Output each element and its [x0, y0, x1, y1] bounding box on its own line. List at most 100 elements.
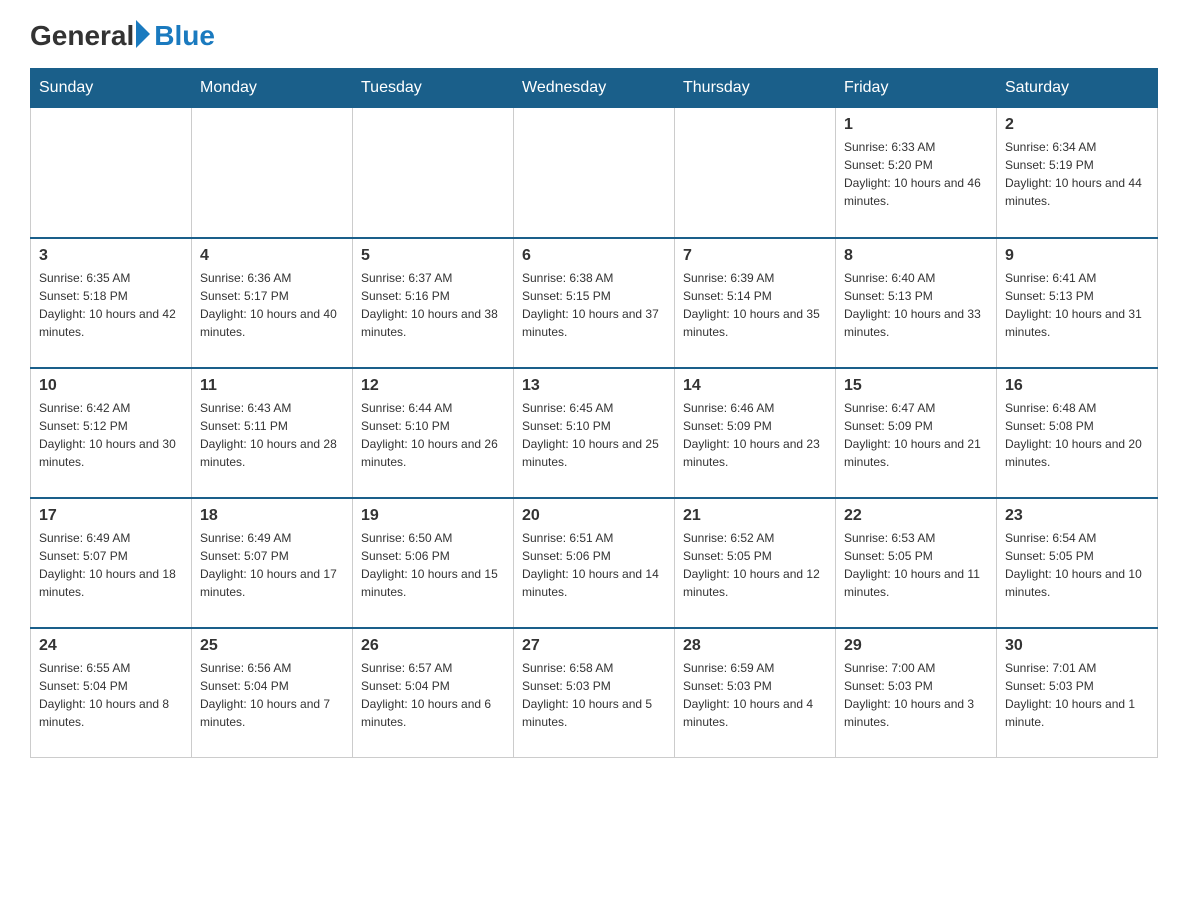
day-info: Sunrise: 6:36 AMSunset: 5:17 PMDaylight:… — [200, 269, 344, 341]
day-number: 26 — [361, 637, 505, 655]
day-info: Sunrise: 6:33 AMSunset: 5:20 PMDaylight:… — [844, 138, 988, 210]
weekday-header-sunday: Sunday — [31, 69, 192, 108]
day-number: 30 — [1005, 637, 1149, 655]
day-info: Sunrise: 6:38 AMSunset: 5:15 PMDaylight:… — [522, 269, 666, 341]
calendar-cell: 9 Sunrise: 6:41 AMSunset: 5:13 PMDaylight… — [997, 238, 1158, 368]
day-number: 9 — [1005, 247, 1149, 265]
day-number: 24 — [39, 637, 183, 655]
calendar-cell — [353, 108, 514, 238]
calendar-week-row: 17 Sunrise: 6:49 AMSunset: 5:07 PMDayligh… — [31, 498, 1158, 628]
calendar-cell: 30Sunrise: 7:01 AMSunset: 5:03 PMDayligh… — [997, 628, 1158, 758]
day-info: Sunrise: 6:41 AMSunset: 5:13 PMDaylight:… — [1005, 269, 1149, 341]
day-info: Sunrise: 6:55 AMSunset: 5:04 PMDaylight:… — [39, 659, 183, 731]
day-number: 10 — [39, 377, 183, 395]
day-number: 3 — [39, 247, 183, 265]
logo: General Blue — [30, 20, 215, 52]
weekday-header-friday: Friday — [836, 69, 997, 108]
header: General Blue — [30, 20, 1158, 52]
calendar-week-row: 3 Sunrise: 6:35 AMSunset: 5:18 PMDaylight… — [31, 238, 1158, 368]
calendar-week-row: 24 Sunrise: 6:55 AMSunset: 5:04 PMDayligh… — [31, 628, 1158, 758]
day-info: Sunrise: 6:50 AMSunset: 5:06 PMDaylight:… — [361, 529, 505, 601]
calendar-cell: 27 Sunrise: 6:58 AMSunset: 5:03 PMDayligh… — [514, 628, 675, 758]
calendar-cell — [514, 108, 675, 238]
day-info: Sunrise: 6:49 AMSunset: 5:07 PMDaylight:… — [39, 529, 183, 601]
day-number: 18 — [200, 507, 344, 525]
day-number: 28 — [683, 637, 827, 655]
day-info: Sunrise: 6:45 AMSunset: 5:10 PMDaylight:… — [522, 399, 666, 471]
calendar-week-row: 10Sunrise: 6:42 AMSunset: 5:12 PMDayligh… — [31, 368, 1158, 498]
calendar-cell: 12 Sunrise: 6:44 AMSunset: 5:10 PMDayligh… — [353, 368, 514, 498]
day-number: 6 — [522, 247, 666, 265]
day-info: Sunrise: 6:53 AMSunset: 5:05 PMDaylight:… — [844, 529, 988, 601]
day-number: 1 — [844, 116, 988, 134]
day-info: Sunrise: 6:35 AMSunset: 5:18 PMDaylight:… — [39, 269, 183, 341]
day-info: Sunrise: 6:49 AMSunset: 5:07 PMDaylight:… — [200, 529, 344, 601]
calendar-cell — [192, 108, 353, 238]
day-info: Sunrise: 6:59 AMSunset: 5:03 PMDaylight:… — [683, 659, 827, 731]
logo-blue: Blue — [154, 20, 215, 52]
calendar-body: 1 Sunrise: 6:33 AMSunset: 5:20 PMDaylight… — [31, 108, 1158, 758]
calendar-cell: 8 Sunrise: 6:40 AMSunset: 5:13 PMDaylight… — [836, 238, 997, 368]
calendar-cell: 29 Sunrise: 7:00 AMSunset: 5:03 PMDayligh… — [836, 628, 997, 758]
day-number: 17 — [39, 507, 183, 525]
day-number: 14 — [683, 377, 827, 395]
weekday-header-monday: Monday — [192, 69, 353, 108]
calendar-cell: 4 Sunrise: 6:36 AMSunset: 5:17 PMDaylight… — [192, 238, 353, 368]
calendar-cell: 2 Sunrise: 6:34 AMSunset: 5:19 PMDaylight… — [997, 108, 1158, 238]
calendar-cell: 16 Sunrise: 6:48 AMSunset: 5:08 PMDayligh… — [997, 368, 1158, 498]
logo-triangle-icon — [136, 20, 150, 48]
day-number: 2 — [1005, 116, 1149, 134]
day-info: Sunrise: 6:43 AMSunset: 5:11 PMDaylight:… — [200, 399, 344, 471]
calendar-cell: 5Sunrise: 6:37 AMSunset: 5:16 PMDaylight… — [353, 238, 514, 368]
day-info: Sunrise: 6:40 AMSunset: 5:13 PMDaylight:… — [844, 269, 988, 341]
day-number: 19 — [361, 507, 505, 525]
day-info: Sunrise: 6:34 AMSunset: 5:19 PMDaylight:… — [1005, 138, 1149, 210]
calendar-cell — [675, 108, 836, 238]
logo-general: General — [30, 20, 134, 52]
calendar-cell: 7 Sunrise: 6:39 AMSunset: 5:14 PMDaylight… — [675, 238, 836, 368]
day-number: 4 — [200, 247, 344, 265]
calendar-cell: 22 Sunrise: 6:53 AMSunset: 5:05 PMDayligh… — [836, 498, 997, 628]
day-number: 20 — [522, 507, 666, 525]
day-number: 16 — [1005, 377, 1149, 395]
day-info: Sunrise: 6:58 AMSunset: 5:03 PMDaylight:… — [522, 659, 666, 731]
day-number: 27 — [522, 637, 666, 655]
weekday-header-tuesday: Tuesday — [353, 69, 514, 108]
day-number: 13 — [522, 377, 666, 395]
day-info: Sunrise: 6:56 AMSunset: 5:04 PMDaylight:… — [200, 659, 344, 731]
day-number: 5 — [361, 247, 505, 265]
calendar-cell: 19 Sunrise: 6:50 AMSunset: 5:06 PMDayligh… — [353, 498, 514, 628]
day-number: 29 — [844, 637, 988, 655]
calendar-table: SundayMondayTuesdayWednesdayThursdayFrid… — [30, 68, 1158, 758]
day-info: Sunrise: 7:00 AMSunset: 5:03 PMDaylight:… — [844, 659, 988, 731]
calendar-cell — [31, 108, 192, 238]
calendar-cell: 20Sunrise: 6:51 AMSunset: 5:06 PMDayligh… — [514, 498, 675, 628]
day-info: Sunrise: 6:52 AMSunset: 5:05 PMDaylight:… — [683, 529, 827, 601]
day-number: 23 — [1005, 507, 1149, 525]
calendar-cell: 28 Sunrise: 6:59 AMSunset: 5:03 PMDayligh… — [675, 628, 836, 758]
weekday-header-row: SundayMondayTuesdayWednesdayThursdayFrid… — [31, 69, 1158, 108]
calendar-cell: 21 Sunrise: 6:52 AMSunset: 5:05 PMDayligh… — [675, 498, 836, 628]
day-number: 12 — [361, 377, 505, 395]
day-number: 11 — [200, 377, 344, 395]
calendar-cell: 6 Sunrise: 6:38 AMSunset: 5:15 PMDaylight… — [514, 238, 675, 368]
calendar-header: SundayMondayTuesdayWednesdayThursdayFrid… — [31, 69, 1158, 108]
day-number: 21 — [683, 507, 827, 525]
weekday-header-wednesday: Wednesday — [514, 69, 675, 108]
calendar-cell: 10Sunrise: 6:42 AMSunset: 5:12 PMDayligh… — [31, 368, 192, 498]
calendar-cell: 17 Sunrise: 6:49 AMSunset: 5:07 PMDayligh… — [31, 498, 192, 628]
day-number: 8 — [844, 247, 988, 265]
calendar-cell: 23Sunrise: 6:54 AMSunset: 5:05 PMDayligh… — [997, 498, 1158, 628]
day-info: Sunrise: 6:39 AMSunset: 5:14 PMDaylight:… — [683, 269, 827, 341]
calendar-cell: 11 Sunrise: 6:43 AMSunset: 5:11 PMDayligh… — [192, 368, 353, 498]
day-info: Sunrise: 6:46 AMSunset: 5:09 PMDaylight:… — [683, 399, 827, 471]
calendar-cell: 1 Sunrise: 6:33 AMSunset: 5:20 PMDaylight… — [836, 108, 997, 238]
day-number: 22 — [844, 507, 988, 525]
calendar-cell: 15Sunrise: 6:47 AMSunset: 5:09 PMDayligh… — [836, 368, 997, 498]
day-number: 25 — [200, 637, 344, 655]
day-number: 7 — [683, 247, 827, 265]
day-info: Sunrise: 6:44 AMSunset: 5:10 PMDaylight:… — [361, 399, 505, 471]
calendar-cell: 26Sunrise: 6:57 AMSunset: 5:04 PMDayligh… — [353, 628, 514, 758]
day-info: Sunrise: 6:48 AMSunset: 5:08 PMDaylight:… — [1005, 399, 1149, 471]
logo-area: General Blue — [30, 20, 215, 52]
